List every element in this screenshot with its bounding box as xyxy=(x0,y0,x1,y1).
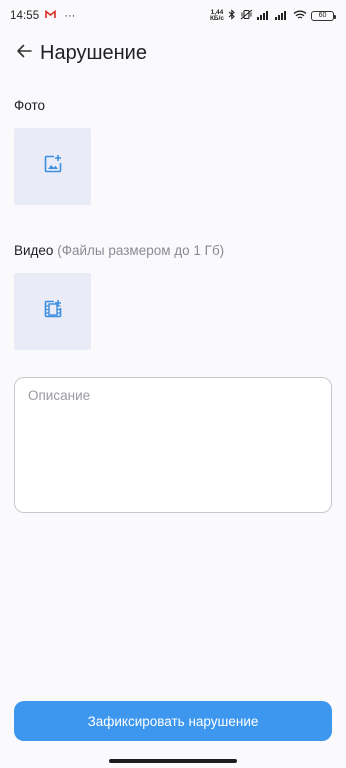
home-indicator[interactable] xyxy=(109,759,237,763)
photo-label: Фото xyxy=(14,98,45,113)
status-bar: 14:55 ··· 1,44 КБ/с 60 xyxy=(0,0,346,32)
app-header: Нарушение xyxy=(0,32,346,74)
description-input[interactable] xyxy=(14,377,332,513)
video-size-hint: (Файлы размером до 1 Гб) xyxy=(57,243,225,258)
add-photo-button[interactable] xyxy=(14,128,91,205)
add-video-icon xyxy=(43,299,63,324)
signal-icon xyxy=(257,10,271,23)
submit-violation-label: Зафиксировать нарушение xyxy=(87,713,259,729)
vibrate-off-icon xyxy=(240,9,253,23)
add-photo-icon xyxy=(43,154,63,179)
net-speed-unit: КБ/с xyxy=(209,15,224,22)
battery-icon: 60 xyxy=(311,11,336,21)
screen: 14:55 ··· 1,44 КБ/с 60 Нарушение Фото Ви… xyxy=(0,0,346,768)
photo-label-text: Фото xyxy=(14,98,46,113)
net-speed: 1,44 КБ/с xyxy=(209,9,224,23)
status-left: 14:55 ··· xyxy=(10,9,76,22)
bluetooth-icon xyxy=(228,9,236,23)
page-title: Нарушение xyxy=(40,41,147,64)
wifi-icon xyxy=(293,10,307,23)
status-right: 1,44 КБ/с 60 xyxy=(209,9,336,23)
video-label-text: Видео xyxy=(14,243,54,258)
more-notifications-icon: ··· xyxy=(64,10,76,22)
video-label: Видео (Файлы размером до 1 Гб) xyxy=(14,243,224,258)
arrow-back-icon xyxy=(16,44,32,63)
submit-violation-button[interactable]: Зафиксировать нарушение xyxy=(14,701,332,741)
status-time: 14:55 xyxy=(10,10,40,22)
back-button[interactable] xyxy=(4,33,44,73)
signal-icon-2 xyxy=(275,10,289,23)
gmail-icon xyxy=(45,9,57,22)
add-video-button[interactable] xyxy=(14,273,91,350)
